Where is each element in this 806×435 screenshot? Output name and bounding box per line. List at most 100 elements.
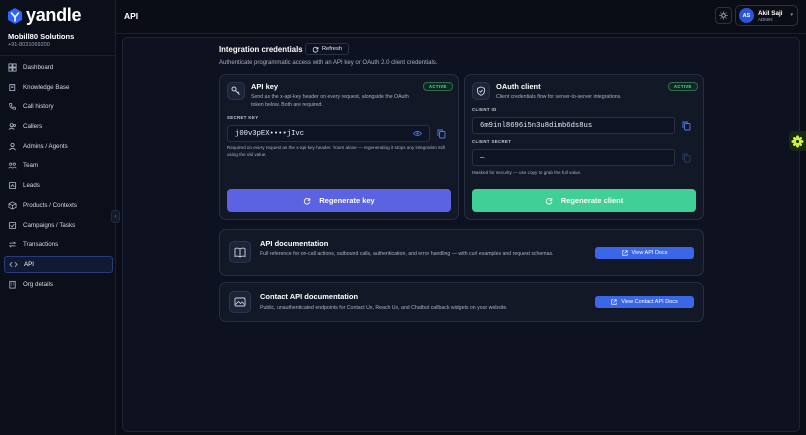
chevron-left-icon: ‹ — [114, 213, 117, 220]
sidebar-collapse-button[interactable]: ‹ — [111, 210, 120, 223]
key-icon — [231, 86, 240, 95]
yandle-logo-icon — [8, 7, 22, 24]
client-secret-label: CLIENT SECRET — [472, 139, 512, 144]
external-link-icon — [621, 250, 628, 256]
org-name: Mobill80 Solutions — [8, 32, 75, 41]
oauth-status-badge: ACTIVE — [668, 82, 698, 91]
regenerate-key-button[interactable]: Regenerate key — [227, 189, 451, 212]
dashboard-icon — [8, 63, 17, 72]
sidebar-item-label: Dashboard — [23, 64, 54, 71]
team-icon — [8, 163, 17, 170]
client-id-field[interactable]: 6m9inl8696i5n3u8dimb6ds8us — [472, 117, 675, 134]
sidebar-item-callers[interactable]: Callers — [4, 118, 113, 135]
api-key-description: Send as the x-api-key header on every re… — [251, 94, 409, 108]
refresh-label: Refresh — [321, 46, 343, 52]
client-secret-field[interactable]: — — [472, 149, 675, 166]
api-key-icon-box — [227, 82, 245, 100]
user-info: Akil Saji ADMIN — [758, 10, 783, 22]
refresh-button[interactable]: Refresh — [305, 43, 349, 55]
oauth-client-description: Client credentials flow for server-to-se… — [496, 94, 622, 100]
theme-toggle-button[interactable] — [715, 7, 732, 24]
sidebar-nav: Dashboard Knowledge Base Call history Ca… — [4, 59, 113, 295]
sidebar-item-label: Campaigns / Tasks — [23, 221, 76, 229]
sidebar-item-call-history[interactable]: Call history — [4, 98, 113, 115]
sidebar-item-products-contexts[interactable]: Products / Contexts — [4, 197, 113, 214]
copy-icon[interactable] — [682, 153, 691, 163]
sidebar-item-knowledge-base[interactable]: Knowledge Base — [4, 79, 113, 96]
sidebar-item-label: Team — [23, 162, 39, 170]
users-icon — [8, 123, 17, 130]
phone-icon — [9, 103, 17, 110]
sidebar-item-team[interactable]: Team — [4, 157, 113, 174]
page-title: API — [124, 11, 139, 21]
flower-icon — [791, 134, 804, 148]
sidebar-item-label: Org details — [23, 280, 53, 288]
api-docs-title: API documentation — [260, 239, 329, 248]
copy-icon[interactable] — [682, 121, 691, 131]
topbar-divider — [116, 33, 806, 34]
user-menu[interactable]: AS Akil Saji ADMIN ▾ — [735, 5, 798, 26]
leads-icon — [8, 182, 17, 190]
copy-icon[interactable] — [437, 129, 446, 139]
sidebar-item-label: API — [24, 260, 34, 268]
integration-subtitle: Authenticate programmatic access with an… — [219, 60, 438, 66]
view-contact-api-docs-button[interactable]: View Contact API Docs — [595, 296, 694, 308]
secret-key-value: j00v3pEX••••jIvc — [235, 129, 305, 138]
floating-widget-button[interactable] — [789, 131, 806, 151]
brand-name: yandle — [26, 5, 82, 25]
sidebar-item-label: Call history — [23, 103, 54, 111]
avatar: AS — [739, 8, 754, 23]
regenerate-client-button[interactable]: Regenerate client — [472, 189, 696, 212]
sidebar-item-label: Admins / Agents — [23, 142, 68, 150]
shield-icon — [477, 86, 485, 96]
client-id-value: 6m9inl8696i5n3u8dimb6ds8us — [480, 121, 593, 130]
knowledge-base-icon — [9, 83, 16, 91]
user-name: Akil Saji — [758, 9, 783, 17]
sidebar-item-label: Transactions — [23, 241, 59, 249]
refresh-icon — [304, 197, 311, 204]
refresh-icon — [312, 46, 319, 53]
org-icon — [9, 280, 16, 289]
brand-logo[interactable]: yandle — [7, 5, 82, 26]
book-icon — [234, 247, 246, 258]
sidebar-item-label: Leads — [23, 182, 40, 190]
sidebar-item-api[interactable]: API — [4, 255, 113, 273]
sidebar-item-dashboard[interactable]: Dashboard — [4, 59, 113, 76]
sidebar-item-label: Callers — [23, 123, 43, 131]
api-key-status-badge: ACTIVE — [423, 82, 453, 91]
user-role: ADMIN — [758, 16, 773, 22]
products-icon — [8, 201, 17, 210]
api-docs-description: Full reference for on-call actions, outb… — [260, 251, 554, 257]
api-icon — [9, 261, 18, 267]
secret-key-label: SECRET KEY — [227, 115, 259, 120]
api-key-title: API key — [251, 82, 279, 91]
sun-icon — [719, 11, 728, 20]
campaigns-icon — [8, 221, 17, 229]
chevron-down-icon: ▾ — [790, 12, 793, 18]
sidebar-item-org-details[interactable]: Org details — [4, 276, 113, 293]
sidebar-item-admins-agents[interactable]: Admins / Agents — [4, 138, 113, 155]
oauth-icon-box — [472, 82, 490, 100]
refresh-icon — [545, 197, 552, 204]
sidebar-item-campaigns-tasks[interactable]: Campaigns / Tasks — [4, 217, 113, 234]
contact-docs-icon-box — [229, 291, 251, 313]
view-api-docs-button[interactable]: View API Docs — [595, 247, 694, 259]
contact-api-docs-title: Contact API documentation — [260, 292, 359, 301]
org-phone: +91-8031069200 — [8, 42, 50, 48]
sidebar-item-transactions[interactable]: Transactions — [4, 236, 113, 253]
sidebar-item-leads[interactable]: Leads — [4, 177, 113, 194]
api-key-hint: Required on every request as the x-api-k… — [227, 145, 445, 157]
api-docs-icon-box — [229, 241, 251, 263]
contact-api-docs-description: Public, unauthenticated endpoints for Co… — [260, 305, 508, 311]
secret-key-field[interactable]: j00v3pEX••••jIvc — [227, 125, 430, 142]
sidebar-divider — [0, 55, 116, 56]
oauth-client-title: OAuth client — [496, 82, 541, 91]
view-api-docs-label: View API Docs — [631, 250, 668, 256]
image-icon — [234, 297, 246, 307]
transactions-icon — [8, 241, 17, 248]
eye-icon[interactable] — [413, 130, 422, 137]
integration-credentials-title: Integration credentials — [219, 45, 303, 54]
external-link-icon — [611, 299, 617, 305]
regenerate-key-label: Regenerate key — [319, 196, 375, 205]
oauth-hint: Masked for security — use copy to grab t… — [472, 170, 582, 175]
